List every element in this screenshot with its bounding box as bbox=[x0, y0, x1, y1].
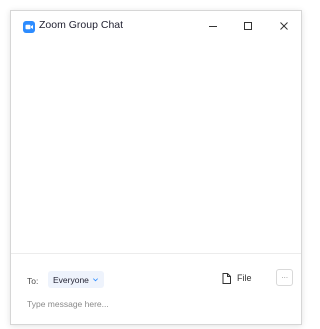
more-button[interactable]: ··· bbox=[276, 269, 293, 286]
maximize-icon bbox=[244, 22, 252, 30]
minimize-button[interactable] bbox=[203, 16, 223, 36]
recipient-dropdown[interactable]: Everyone bbox=[48, 271, 104, 288]
title-bar[interactable]: Zoom Group Chat bbox=[11, 11, 301, 41]
close-button[interactable] bbox=[274, 16, 294, 36]
composer: To: Everyone File ··· bbox=[11, 253, 301, 324]
window-title: Zoom Group Chat bbox=[39, 19, 124, 31]
chevron-down-icon bbox=[92, 278, 98, 282]
to-label: To: bbox=[27, 276, 39, 286]
close-icon bbox=[280, 22, 288, 30]
file-button[interactable]: File bbox=[222, 269, 252, 287]
more-icon: ··· bbox=[281, 273, 288, 282]
zoom-logo-icon bbox=[23, 20, 35, 33]
file-button-label: File bbox=[237, 273, 252, 283]
message-input[interactable] bbox=[27, 296, 267, 312]
message-list[interactable] bbox=[11, 41, 301, 254]
recipient-value: Everyone bbox=[53, 274, 89, 285]
file-icon bbox=[222, 272, 231, 284]
minimize-icon bbox=[209, 26, 217, 27]
maximize-button[interactable] bbox=[238, 16, 258, 36]
chat-window: Zoom Group Chat To: Everyone File ··· Ty… bbox=[10, 10, 302, 325]
